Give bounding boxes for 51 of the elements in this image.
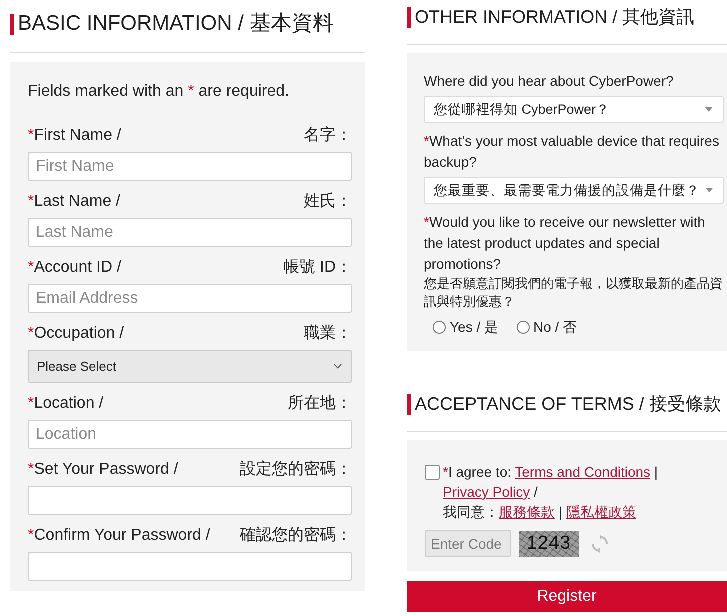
field-label: *Confirm Your Password / [28, 526, 210, 546]
chinese-question-label: 您是否願意訂閱我們的電子報，以獲取最新的產品資訊與特別優惠？ [424, 275, 724, 311]
input-field[interactable]: First Name [28, 152, 352, 181]
radio-button[interactable] [516, 320, 530, 334]
agreement-text: *I agree to: Terms and Conditions | Privacy Policy / [443, 463, 660, 502]
field-label: *Account ID / [28, 258, 122, 278]
caret-down-icon [706, 188, 713, 193]
section-title: OTHER INFORMATION / 其他資訊 [415, 6, 695, 29]
text-link[interactable]: 隱私權政策 [566, 504, 636, 520]
field-label: *Location / [28, 394, 104, 414]
radio-option[interactable]: No / 否 [516, 317, 578, 337]
field-label: *Last Name / [28, 192, 120, 212]
chinese-field-label: 帳號 ID： [284, 258, 352, 278]
chinese-field-label: 職業： [304, 324, 352, 344]
accent-bar [10, 14, 14, 34]
question-label: Where did you hear about CyberPower? [424, 72, 675, 91]
chinese-field-label: 設定您的密碼： [240, 460, 352, 480]
caret-down-icon [705, 107, 713, 112]
dropdown[interactable]: 您最重要、最需要電力備援的設備是什麼？ [424, 177, 724, 204]
chinese-field-label: 確認您的密碼： [240, 526, 352, 546]
section-title: BASIC INFORMATION / 基本資料 [18, 11, 334, 37]
required-fields-note: Fields marked with an * are required. [28, 82, 290, 102]
input-field[interactable]: Location [28, 420, 352, 449]
checkbox[interactable] [425, 465, 440, 480]
dropdown[interactable]: 您從哪裡得知 CyberPower？ [424, 96, 724, 123]
code-field[interactable]: Enter Code [425, 530, 511, 557]
question-label: *Would you like to receive our newsletter with the latest product updates and special promotions? [424, 213, 706, 274]
dropdown[interactable]: Please Select [28, 350, 352, 383]
radio-option[interactable]: Yes / 是 [433, 317, 499, 337]
question-label: *What’s your most valuable device that requires backup? [424, 132, 720, 172]
field-label: *Occupation / [28, 324, 124, 344]
input-field[interactable]: Last Name [28, 218, 352, 247]
field-label: *First Name / [28, 126, 122, 146]
text-link[interactable]: 服務條款 [499, 504, 555, 520]
text-link[interactable]: Privacy Policy [443, 484, 530, 500]
chinese-field-label: 姓氏： [304, 192, 352, 212]
text-link[interactable]: Terms and Conditions [515, 464, 651, 480]
captcha-image: 1243 [519, 530, 579, 556]
accent-bar [407, 6, 411, 28]
chinese-field-label: 名字： [304, 126, 352, 146]
chevron-down-icon [334, 364, 342, 369]
chinese-field-label: 所在地： [288, 394, 352, 414]
radio-button[interactable] [433, 320, 446, 334]
agreement-text: 我同意：服務條款 | 隱私權政策 [443, 503, 638, 522]
input-field[interactable] [28, 552, 352, 581]
register-button[interactable]: Register [407, 581, 727, 612]
section-title: ACCEPTANCE OF TERMS / 接受條款 [415, 393, 722, 416]
accent-bar [407, 394, 411, 414]
input-field[interactable] [28, 486, 352, 515]
field-label: *Set Your Password / [28, 460, 178, 480]
input-field[interactable]: Email Address [28, 284, 352, 313]
